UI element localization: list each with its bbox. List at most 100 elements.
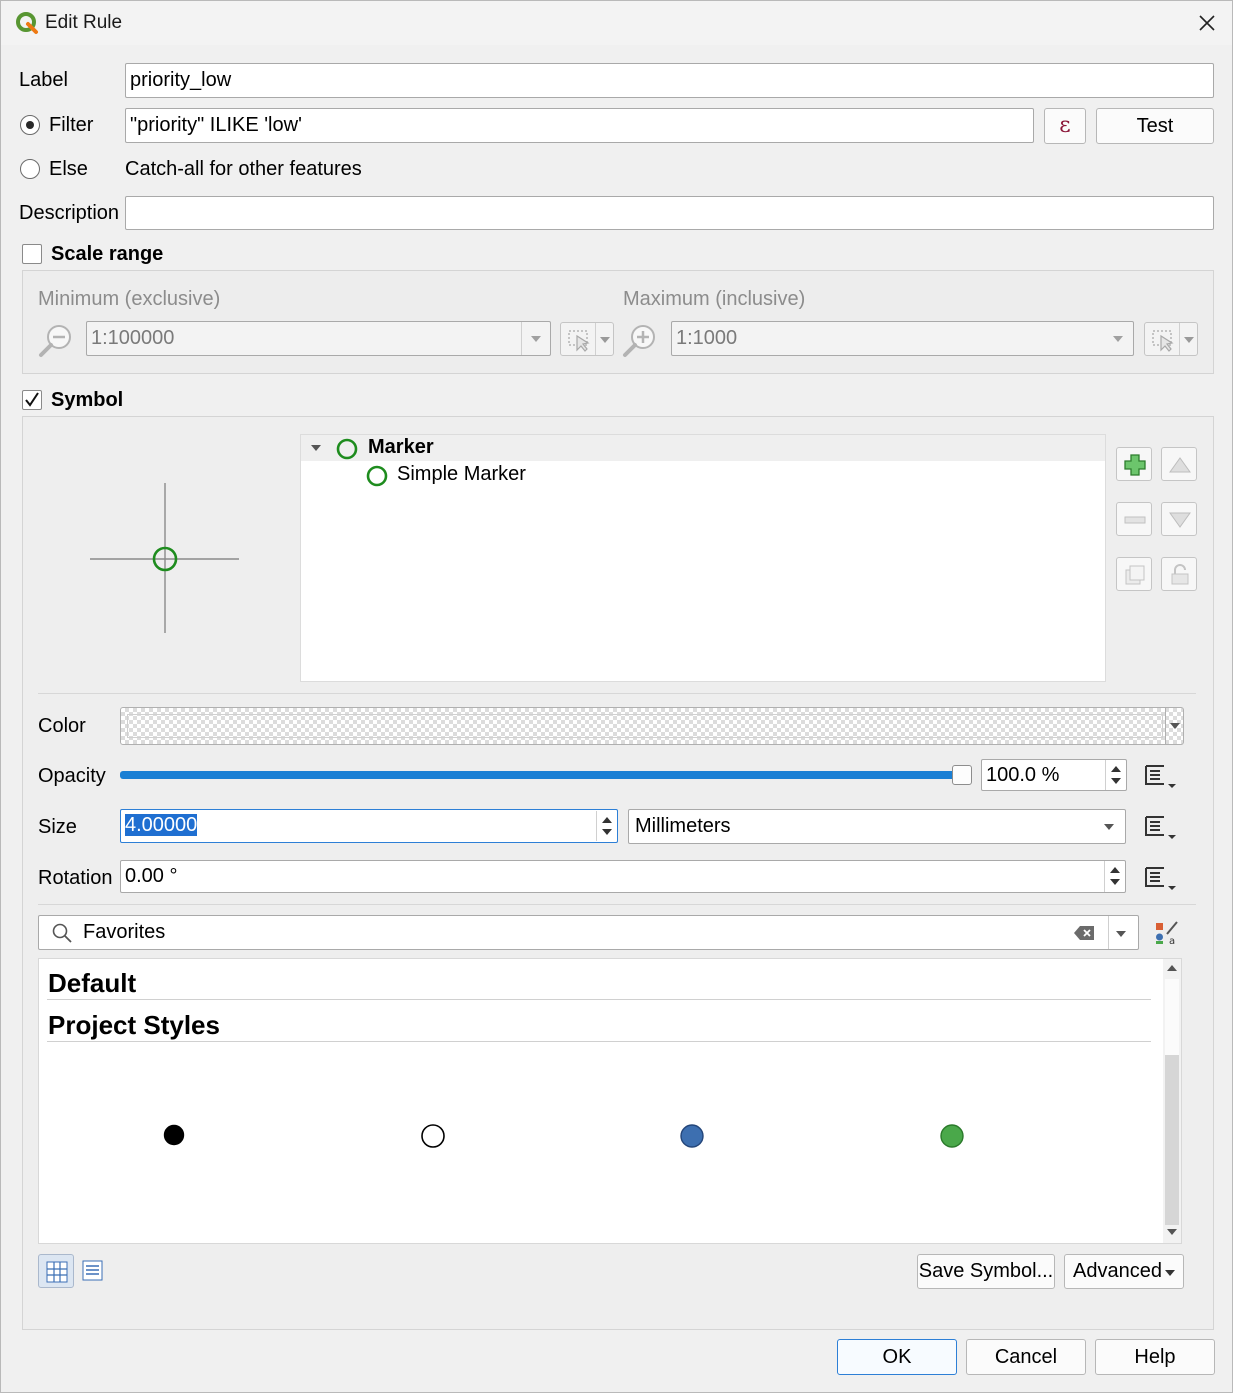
move-down-button[interactable] <box>1161 502 1197 536</box>
data-defined-override-icon[interactable] <box>1140 811 1180 843</box>
minimum-scale-dropdown-arrow[interactable] <box>521 322 550 355</box>
minus-icon <box>1123 508 1147 532</box>
opacity-slider-handle[interactable] <box>952 765 972 785</box>
grid-view-icon <box>46 1261 68 1283</box>
size-spin-arrows[interactable] <box>596 811 617 841</box>
maximum-scale-dropdown-arrow[interactable] <box>1104 322 1133 355</box>
collapse-arrow-icon[interactable] <box>311 445 321 451</box>
symbol-title: Symbol <box>51 389 124 411</box>
rotation-spin-arrows[interactable] <box>1104 861 1125 892</box>
add-layer-button[interactable] <box>1116 447 1152 481</box>
size-unit-combo[interactable]: Millimeters <box>628 809 1126 844</box>
duplicate-icon <box>1123 563 1147 587</box>
filter-radio[interactable] <box>20 115 40 135</box>
white-dot-swatch[interactable] <box>420 1123 446 1149</box>
plus-icon <box>1123 453 1147 477</box>
qgis-logo-icon <box>15 11 39 35</box>
tree-child-label: Simple Marker <box>397 463 526 485</box>
advanced-button-label: Advanced <box>1073 1260 1162 1282</box>
test-button[interactable]: Test <box>1096 108 1214 144</box>
minimum-scale-label: Minimum (exclusive) <box>38 288 221 310</box>
minimum-scale-map-button[interactable] <box>560 322 614 356</box>
simple-marker-icon <box>365 464 389 488</box>
style-manager-icon[interactable]: a <box>1153 918 1181 947</box>
lock-layer-button[interactable] <box>1161 557 1197 591</box>
maximum-scale-combo[interactable]: 1:1000 <box>671 321 1134 356</box>
color-button[interactable] <box>120 707 1184 745</box>
label-caption: Label <box>19 69 68 91</box>
arrow-down-icon <box>1168 508 1192 532</box>
close-icon[interactable] <box>1193 9 1221 37</box>
svg-text:a: a <box>1169 936 1175 946</box>
symbol-checkbox[interactable] <box>22 390 42 410</box>
remove-layer-button[interactable] <box>1116 502 1152 536</box>
symbol-library-view[interactable]: Default Project Styles <box>38 958 1182 1244</box>
library-search-value: Favorites <box>83 921 166 943</box>
cancel-button[interactable]: Cancel <box>966 1339 1086 1375</box>
scroll-up-arrow[interactable] <box>1167 965 1177 971</box>
filter-input[interactable]: "priority" ILIKE 'low' <box>125 108 1034 143</box>
marker-icon <box>335 437 359 461</box>
library-divider <box>38 904 1196 905</box>
library-search-input[interactable]: Favorites <box>38 915 1139 950</box>
zoom-in-icon <box>621 321 661 359</box>
scroll-down-arrow[interactable] <box>1167 1229 1177 1235</box>
tree-child-row[interactable]: Simple Marker <box>301 463 1105 489</box>
symbol-group: Marker Simple Marker Color Opacity 100.0… <box>22 416 1214 1330</box>
black-dot-swatch[interactable] <box>162 1123 186 1147</box>
symbol-layer-tree[interactable]: Marker Simple Marker <box>300 434 1106 682</box>
scale-range-checkbox[interactable] <box>22 244 42 264</box>
zoom-out-icon <box>37 321 77 359</box>
ok-button[interactable]: OK <box>837 1339 957 1375</box>
else-description: Catch-all for other features <box>125 158 362 180</box>
title-bar: Edit Rule <box>1 1 1232 45</box>
save-symbol-button[interactable]: Save Symbol... <box>917 1254 1055 1289</box>
tree-root-label: Marker <box>368 436 434 458</box>
scale-range-group: Minimum (exclusive) 1:100000 Maximum (in… <box>22 270 1214 374</box>
edit-rule-dialog: Edit Rule Label priority_low Filter "pri… <box>0 0 1233 1393</box>
group-default-separator <box>47 999 1151 1000</box>
rotation-label: Rotation <box>38 867 113 889</box>
clear-search-icon[interactable] <box>1073 923 1097 943</box>
list-view-icon[interactable] <box>81 1259 105 1283</box>
move-up-button[interactable] <box>1161 447 1197 481</box>
help-button[interactable]: Help <box>1095 1339 1215 1375</box>
expression-button[interactable]: ε <box>1044 108 1086 144</box>
scrollbar-thumb[interactable] <box>1165 979 1179 1055</box>
blue-dot-swatch[interactable] <box>679 1123 705 1149</box>
group-project-header: Project Styles <box>48 1010 220 1040</box>
window-title: Edit Rule <box>45 12 123 33</box>
minimum-scale-combo[interactable]: 1:100000 <box>86 321 551 356</box>
library-scrollbar[interactable] <box>1163 959 1181 1243</box>
opacity-spin-arrows[interactable] <box>1105 760 1126 790</box>
opacity-slider[interactable] <box>120 765 972 785</box>
size-spinbox[interactable]: 4.00000 <box>120 809 618 843</box>
maximum-scale-map-button[interactable] <box>1144 322 1198 356</box>
cursor-select-icon <box>1151 328 1177 352</box>
rotation-spinbox[interactable]: 0.00 ° <box>120 860 1126 893</box>
lock-icon <box>1168 563 1192 587</box>
else-radio[interactable] <box>20 159 40 179</box>
green-dot-swatch[interactable] <box>939 1123 965 1149</box>
description-caption: Description <box>19 202 120 224</box>
size-value: 4.00000 <box>125 814 198 836</box>
size-label: Size <box>38 816 77 838</box>
advanced-button[interactable]: Advanced <box>1064 1254 1184 1289</box>
data-defined-override-icon[interactable] <box>1140 862 1180 894</box>
label-input[interactable]: priority_low <box>125 63 1214 98</box>
search-dropdown-arrow[interactable] <box>1116 931 1126 937</box>
advanced-dropdown-arrow <box>1165 1270 1175 1276</box>
tree-root-row[interactable]: Marker <box>301 435 1105 461</box>
duplicate-layer-button[interactable] <box>1116 557 1152 591</box>
size-unit-dropdown-arrow[interactable] <box>1104 824 1114 830</box>
icon-view-button[interactable] <box>38 1254 74 1288</box>
maximum-scale-label: Maximum (inclusive) <box>623 288 806 310</box>
group-default-header: Default <box>48 968 137 998</box>
search-icon <box>51 922 73 944</box>
data-defined-override-icon[interactable] <box>1140 760 1180 792</box>
color-label: Color <box>38 715 86 737</box>
symbol-divider <box>38 693 1196 694</box>
cursor-select-icon <box>567 328 593 352</box>
color-dropdown-arrow[interactable] <box>1170 723 1180 729</box>
description-input[interactable] <box>125 196 1214 230</box>
